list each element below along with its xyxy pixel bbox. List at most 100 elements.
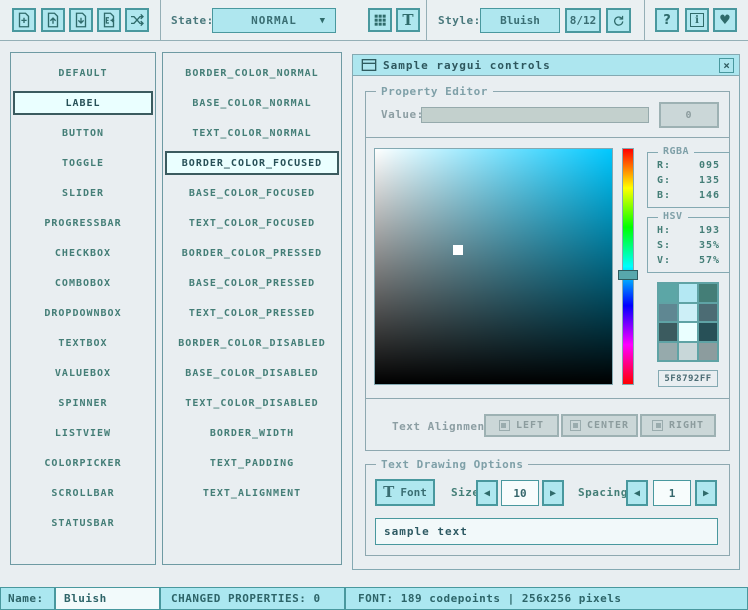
list-item-spinner[interactable]: SPINNER xyxy=(13,391,153,415)
prop-border-color-normal[interactable]: BORDER_COLOR_NORMAL xyxy=(165,61,339,85)
list-item-slider[interactable]: SLIDER xyxy=(13,181,153,205)
align-right-button[interactable]: RIGHT xyxy=(640,414,716,437)
style-color-palette xyxy=(657,282,719,362)
prop-border-color-disabled[interactable]: BORDER_COLOR_DISABLED xyxy=(165,331,339,355)
size-increment-button[interactable]: ▶ xyxy=(542,480,564,506)
palette-swatch[interactable] xyxy=(679,323,697,341)
align-left-icon xyxy=(499,420,510,431)
arrow-right-icon: ▶ xyxy=(550,488,556,499)
list-item-label-selected[interactable]: LABEL xyxy=(13,91,153,115)
prop-border-color-pressed[interactable]: BORDER_COLOR_PRESSED xyxy=(165,241,339,265)
align-center-label: CENTER xyxy=(587,420,629,431)
prop-text-color-disabled[interactable]: TEXT_COLOR_DISABLED xyxy=(165,391,339,415)
color-picker-cursor[interactable] xyxy=(453,245,463,255)
reload-style-button[interactable] xyxy=(606,8,631,33)
palette-swatch[interactable] xyxy=(659,343,677,361)
file-load-icon xyxy=(44,11,62,29)
file-export-icon xyxy=(100,11,118,29)
list-item-progressbar[interactable]: PROGRESSBAR xyxy=(13,211,153,235)
list-item-default[interactable]: DEFAULT xyxy=(13,61,153,85)
random-style-button[interactable] xyxy=(125,8,149,32)
load-style-button[interactable] xyxy=(41,8,65,32)
prop-text-color-focused[interactable]: TEXT_COLOR_FOCUSED xyxy=(165,211,339,235)
style-table-button[interactable] xyxy=(368,8,392,32)
hex-color-value: 5F8792FF xyxy=(664,374,711,384)
toolbar-separator xyxy=(160,0,161,41)
palette-swatch[interactable] xyxy=(659,323,677,341)
hex-color-input[interactable]: 5F8792FF xyxy=(658,370,718,387)
font-atlas-button[interactable]: T xyxy=(396,8,420,32)
hue-bar[interactable] xyxy=(622,148,634,385)
hsv-row-h: H:193 xyxy=(657,225,720,240)
shuffle-icon xyxy=(128,11,146,29)
palette-swatch[interactable] xyxy=(659,284,677,302)
prop-border-color-focused-selected[interactable]: BORDER_COLOR_FOCUSED xyxy=(165,151,339,175)
palette-swatch[interactable] xyxy=(699,304,717,322)
window-close-button[interactable]: × xyxy=(719,58,734,73)
list-item-textbox[interactable]: TEXTBOX xyxy=(13,331,153,355)
spacing-increment-button[interactable]: ▶ xyxy=(695,480,717,506)
about-button[interactable]: i xyxy=(685,8,709,32)
sponsor-button[interactable]: ♥ xyxy=(713,8,737,32)
statusbar-changed-properties: CHANGED PROPERTIES: 0 xyxy=(160,587,345,610)
prop-text-alignment[interactable]: TEXT_ALIGNMENT xyxy=(165,481,339,505)
help-button[interactable]: ? xyxy=(655,8,679,32)
align-left-label: LEFT xyxy=(516,420,544,431)
palette-swatch[interactable] xyxy=(699,343,717,361)
new-style-button[interactable] xyxy=(12,8,36,32)
prop-text-padding[interactable]: TEXT_PADDING xyxy=(165,451,339,475)
list-item-scrollbar[interactable]: SCROLLBAR xyxy=(13,481,153,505)
list-item-statusbar[interactable]: STATUSBAR xyxy=(13,511,153,535)
color-picker-panel[interactable] xyxy=(374,148,613,385)
palette-swatch[interactable] xyxy=(679,343,697,361)
prop-text-color-normal[interactable]: TEXT_COLOR_NORMAL xyxy=(165,121,339,145)
spacing-value: 1 xyxy=(669,487,676,500)
style-name-button[interactable]: Bluish xyxy=(480,8,560,33)
size-decrement-button[interactable]: ◀ xyxy=(476,480,498,506)
value-slider[interactable] xyxy=(421,107,649,123)
palette-swatch[interactable] xyxy=(679,284,697,302)
size-value-box[interactable]: 10 xyxy=(501,480,539,506)
font-button[interactable]: T Font xyxy=(375,479,435,506)
align-left-button[interactable]: LEFT xyxy=(484,414,559,437)
hue-slider-handle[interactable] xyxy=(618,270,638,280)
help-icon: ? xyxy=(663,14,671,27)
spacing-value-box[interactable]: 1 xyxy=(653,480,691,506)
export-style-button[interactable] xyxy=(97,8,121,32)
spacing-decrement-button[interactable]: ◀ xyxy=(626,480,648,506)
window-titlebar[interactable]: Sample raygui controls × xyxy=(353,55,739,76)
save-style-button[interactable] xyxy=(69,8,93,32)
hsv-group-label: HSV xyxy=(658,211,688,222)
rgba-group: RGBA R:095 G:135 B:146 xyxy=(647,152,730,208)
list-item-dropdownbox[interactable]: DROPDOWNBOX xyxy=(13,301,153,325)
prop-base-color-focused[interactable]: BASE_COLOR_FOCUSED xyxy=(165,181,339,205)
state-dropdown[interactable]: NORMAL ▼ xyxy=(212,8,336,33)
prop-text-color-pressed[interactable]: TEXT_COLOR_PRESSED xyxy=(165,301,339,325)
toolbar-separator xyxy=(644,0,645,41)
list-item-colorpicker[interactable]: COLORPICKER xyxy=(13,451,153,475)
value-button[interactable]: 0 xyxy=(659,102,719,128)
palette-swatch[interactable] xyxy=(699,323,717,341)
arrow-left-icon: ◀ xyxy=(634,488,640,499)
list-item-listview[interactable]: LISTVIEW xyxy=(13,421,153,445)
palette-swatch[interactable] xyxy=(679,304,697,322)
prop-base-color-pressed[interactable]: BASE_COLOR_PRESSED xyxy=(165,271,339,295)
sample-text-input[interactable]: sample text xyxy=(375,518,718,545)
style-counter-button[interactable]: 8/12 xyxy=(565,8,601,33)
chevron-down-icon: ▼ xyxy=(320,16,326,26)
rgba-row-r: R:095 xyxy=(657,160,720,175)
list-item-toggle[interactable]: TOGGLE xyxy=(13,151,153,175)
list-item-valuebox[interactable]: VALUEBOX xyxy=(13,361,153,385)
list-item-combobox[interactable]: COMBOBOX xyxy=(13,271,153,295)
align-center-button[interactable]: CENTER xyxy=(561,414,638,437)
palette-swatch[interactable] xyxy=(659,304,677,322)
size-value: 10 xyxy=(513,487,526,500)
list-item-checkbox[interactable]: CHECKBOX xyxy=(13,241,153,265)
list-item-button[interactable]: BUTTON xyxy=(13,121,153,145)
palette-swatch[interactable] xyxy=(699,284,717,302)
prop-base-color-normal[interactable]: BASE_COLOR_NORMAL xyxy=(165,91,339,115)
prop-base-color-disabled[interactable]: BASE_COLOR_DISABLED xyxy=(165,361,339,385)
arrow-left-icon: ◀ xyxy=(484,488,490,499)
style-name-input[interactable]: Bluish xyxy=(55,587,160,610)
prop-border-width[interactable]: BORDER_WIDTH xyxy=(165,421,339,445)
